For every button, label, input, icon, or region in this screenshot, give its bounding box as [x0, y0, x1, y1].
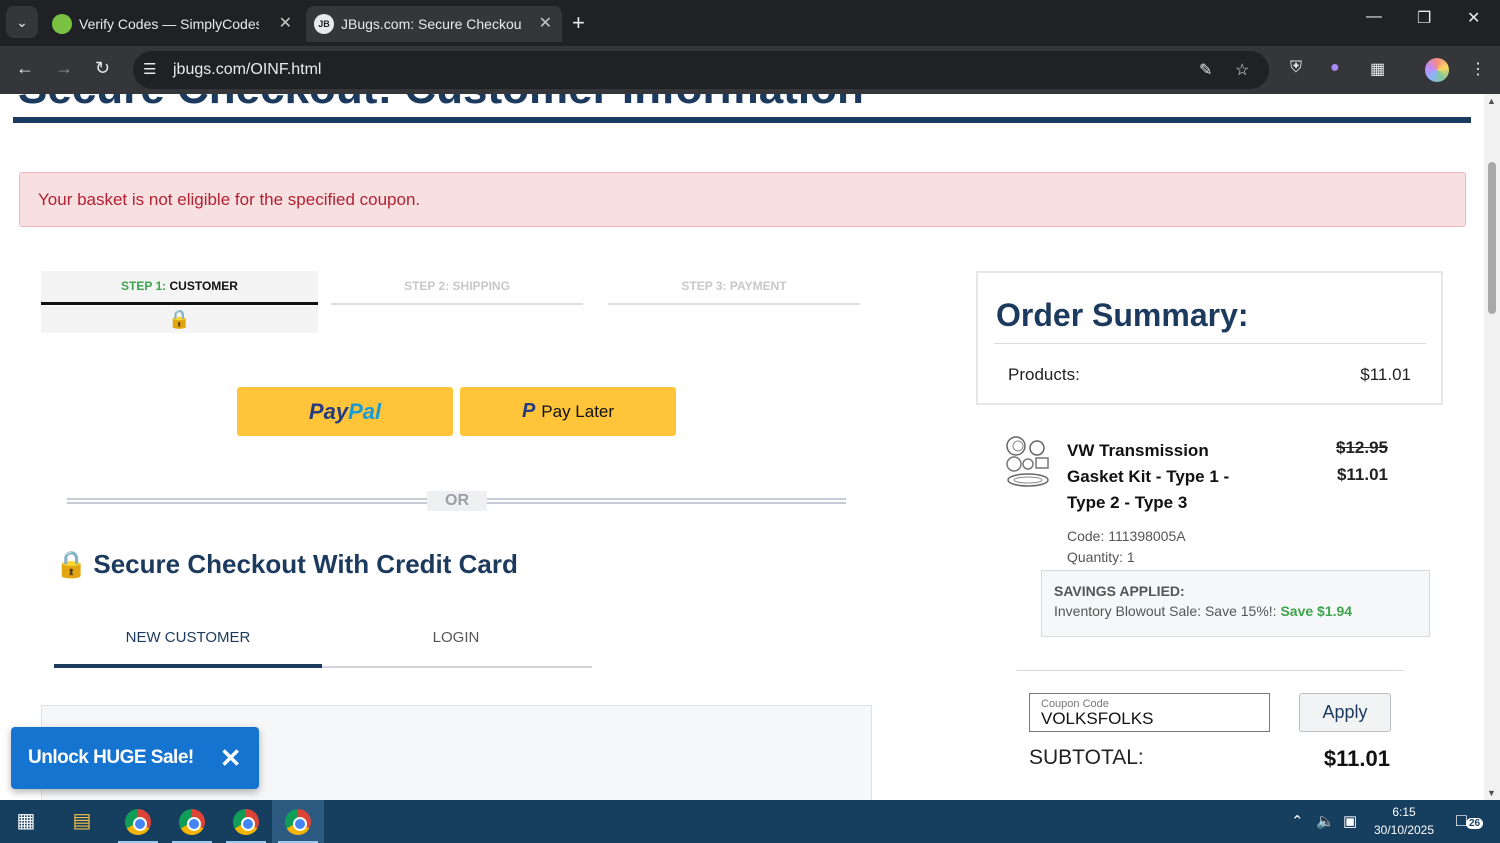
- chevron-up-icon[interactable]: ⌃: [1291, 800, 1304, 843]
- chrome-icon[interactable]: [166, 800, 218, 843]
- heading-divider: [13, 117, 1471, 123]
- chrome-icon[interactable]: [112, 800, 164, 843]
- product-code: Code: 111398005A: [1067, 528, 1186, 544]
- paypal-icon: P: [521, 400, 536, 422]
- products-value: $11.01: [1360, 365, 1411, 384]
- divider: [994, 343, 1426, 344]
- apply-coupon-button[interactable]: Apply: [1299, 693, 1391, 732]
- scroll-down-icon[interactable]: ▼: [1487, 788, 1496, 798]
- savings-title: SAVINGS APPLIED:: [1054, 583, 1185, 599]
- tab-search-button[interactable]: ⌄: [6, 6, 38, 38]
- tab-title: Verify Codes — SimplyCodes: [79, 16, 259, 32]
- original-price: $12.95: [1336, 438, 1388, 457]
- promo-banner[interactable]: Unlock HUGE Sale! ✕: [11, 727, 259, 789]
- scrollbar-thumb[interactable]: [1488, 162, 1496, 314]
- chrome-icon[interactable]: [272, 800, 324, 843]
- extension-icon[interactable]: ●: [1330, 59, 1340, 77]
- profile-avatar[interactable]: [1425, 58, 1449, 82]
- file-explorer-icon[interactable]: ▤: [56, 800, 108, 843]
- divider: [1016, 670, 1404, 671]
- coupon-value[interactable]: VOLKSFOLKS: [1041, 709, 1153, 729]
- step-payment: STEP 3: PAYMENT: [608, 271, 860, 305]
- savings-applied-box: SAVINGS APPLIED: Inventory Blowout Sale:…: [1041, 570, 1430, 637]
- credit-card-heading: 🔒 Secure Checkout With Credit Card: [55, 549, 518, 579]
- notification-icon[interactable]: □ 26: [1456, 810, 1484, 831]
- windows-start-icon[interactable]: ▦: [0, 800, 52, 843]
- clock-time: 6:15: [1392, 805, 1416, 819]
- page-scrollbar[interactable]: ▲ ▼: [1484, 94, 1500, 800]
- product-name[interactable]: VW Transmission Gasket Kit - Type 1 - Ty…: [1067, 438, 1267, 516]
- close-icon[interactable]: ✕: [539, 6, 552, 42]
- browser-tab-bar: ⌄ Verify Codes — SimplyCodes ✕ JB JBugs.…: [0, 0, 1500, 46]
- product-quantity: Quantity: 1: [1067, 549, 1135, 565]
- close-window-icon[interactable]: ✕: [1467, 8, 1480, 28]
- subtotal-value: $11.01: [1323, 746, 1390, 771]
- windows-taskbar: ▦ ▤ ⌃ 🔈 ▣ 6:15 30/10/2025 □ 26: [0, 800, 1500, 843]
- tab-login[interactable]: LOGIN: [322, 622, 590, 668]
- tab-simplycodes[interactable]: Verify Codes — SimplyCodes ✕: [44, 6, 302, 42]
- tab-jbugs[interactable]: JB JBugs.com: Secure Checkout: C ✕: [306, 6, 562, 42]
- address-bar[interactable]: ☰ jbugs.com/OINF.html ✎ ☆: [133, 51, 1269, 89]
- restore-icon[interactable]: ❐: [1417, 8, 1431, 28]
- network-icon[interactable]: ▣: [1343, 800, 1357, 843]
- shield-extension-icon[interactable]: ⛨: [1290, 59, 1302, 77]
- system-clock[interactable]: 6:15 30/10/2025: [1370, 803, 1438, 839]
- subtotal-label: SUBTOTAL:: [1029, 746, 1144, 769]
- product-thumbnail[interactable]: [1004, 436, 1052, 488]
- order-summary-box: Order Summary: Products: $11.01: [976, 271, 1443, 405]
- clock-date: 30/10/2025: [1373, 823, 1435, 837]
- tab-title: JBugs.com: Secure Checkout: C: [341, 16, 521, 32]
- savings-line: Inventory Blowout Sale: Save 15%!: Save …: [1054, 603, 1353, 619]
- page-title: Secure Checkout: Customer Information: [18, 94, 864, 114]
- lock-icon: 🔒: [55, 549, 88, 579]
- tab-new-customer[interactable]: NEW CUSTOMER: [54, 622, 322, 668]
- puzzle-extensions-icon[interactable]: ▦: [1370, 59, 1385, 79]
- coupon-code-field[interactable]: Coupon Code VOLKSFOLKS: [1029, 693, 1270, 732]
- simplycodes-icon: [52, 14, 72, 34]
- jb-icon: JB: [314, 14, 334, 34]
- paypal-button[interactable]: PayPal: [237, 387, 453, 436]
- sale-price: $11.01: [1336, 465, 1388, 484]
- customer-tabs: NEW CUSTOMER LOGIN: [54, 622, 592, 668]
- coupon-error-alert: Your basket is not eligible for the spec…: [19, 172, 1466, 227]
- step-customer: STEP 1: CUSTOMER: [41, 271, 318, 305]
- volume-icon[interactable]: 🔈: [1316, 800, 1335, 843]
- close-icon[interactable]: ✕: [220, 727, 242, 789]
- back-icon[interactable]: ←: [16, 58, 34, 79]
- lock-icon: 🔒: [41, 306, 318, 333]
- savings-amount: Save $1.94: [1280, 603, 1353, 619]
- close-icon[interactable]: ✕: [279, 6, 292, 42]
- forward-icon[interactable]: →: [55, 58, 73, 79]
- minimize-icon[interactable]: —: [1366, 8, 1382, 26]
- step-shipping: STEP 2: SHIPPING: [331, 271, 583, 305]
- products-label: Products:: [1008, 365, 1080, 384]
- reload-icon[interactable]: ↻: [95, 58, 110, 79]
- pay-later-button[interactable]: P Pay Later: [460, 387, 676, 436]
- url-text[interactable]: jbugs.com/OINF.html: [173, 51, 321, 89]
- menu-dots-icon[interactable]: ⋮: [1470, 59, 1486, 79]
- notification-count: 26: [1466, 818, 1484, 829]
- new-tab-icon[interactable]: +: [572, 10, 585, 36]
- order-summary-title: Order Summary:: [996, 297, 1249, 333]
- site-info-icon[interactable]: ☰: [143, 60, 156, 78]
- scroll-up-icon[interactable]: ▲: [1487, 96, 1496, 106]
- page-content: Secure Checkout: Customer Information Yo…: [0, 94, 1484, 800]
- bookmark-star-icon[interactable]: ☆: [1235, 60, 1249, 80]
- browser-toolbar: ← → ↻ ☰ jbugs.com/OINF.html ✎ ☆ ⛨ ● ▦ ⋮: [0, 46, 1500, 94]
- translate-icon[interactable]: ✎: [1199, 60, 1212, 80]
- chrome-icon[interactable]: [220, 800, 272, 843]
- or-label: OR: [427, 491, 487, 511]
